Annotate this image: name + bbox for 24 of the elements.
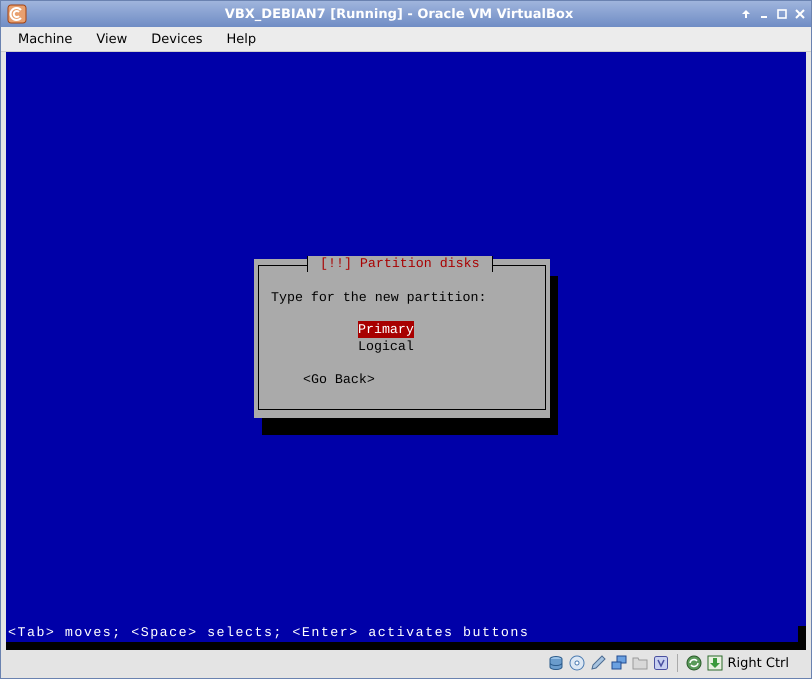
dialog-prompt: Type for the new partition: (271, 290, 488, 306)
menu-item[interactable]: View (96, 32, 128, 46)
keep-above-icon[interactable] (741, 9, 751, 19)
go-back-button[interactable]: <Go Back> (303, 371, 375, 388)
dialog-title: [!!] Partition disks (307, 256, 493, 272)
close-icon[interactable] (795, 9, 805, 19)
app-icon (7, 4, 27, 24)
down-arrow-icon[interactable] (706, 655, 722, 671)
pen-icon[interactable] (590, 655, 606, 671)
hard-disk-icon[interactable] (548, 655, 564, 671)
menu-item[interactable]: Devices (151, 32, 203, 46)
partition-option[interactable]: Primary (358, 321, 414, 338)
display-icon[interactable] (652, 655, 668, 671)
globe-arrows-icon[interactable] (686, 655, 702, 671)
window-title: VBX_DEBIAN7 [Running] - Oracle VM VirtualBox (224, 6, 574, 22)
menu-item[interactable]: Machine (18, 32, 72, 46)
menu-item[interactable]: Help (226, 32, 256, 46)
maximize-icon[interactable] (777, 9, 787, 19)
network-icon[interactable] (610, 655, 626, 671)
folder-icon[interactable] (632, 655, 648, 671)
optical-disc-icon[interactable] (568, 655, 584, 671)
console-hint: <Tab> moves; <Space> selects; <Enter> activates buttons (7, 625, 530, 641)
partition-option[interactable]: Logical (358, 338, 414, 355)
host-key-label: Right Ctrl (728, 656, 789, 670)
